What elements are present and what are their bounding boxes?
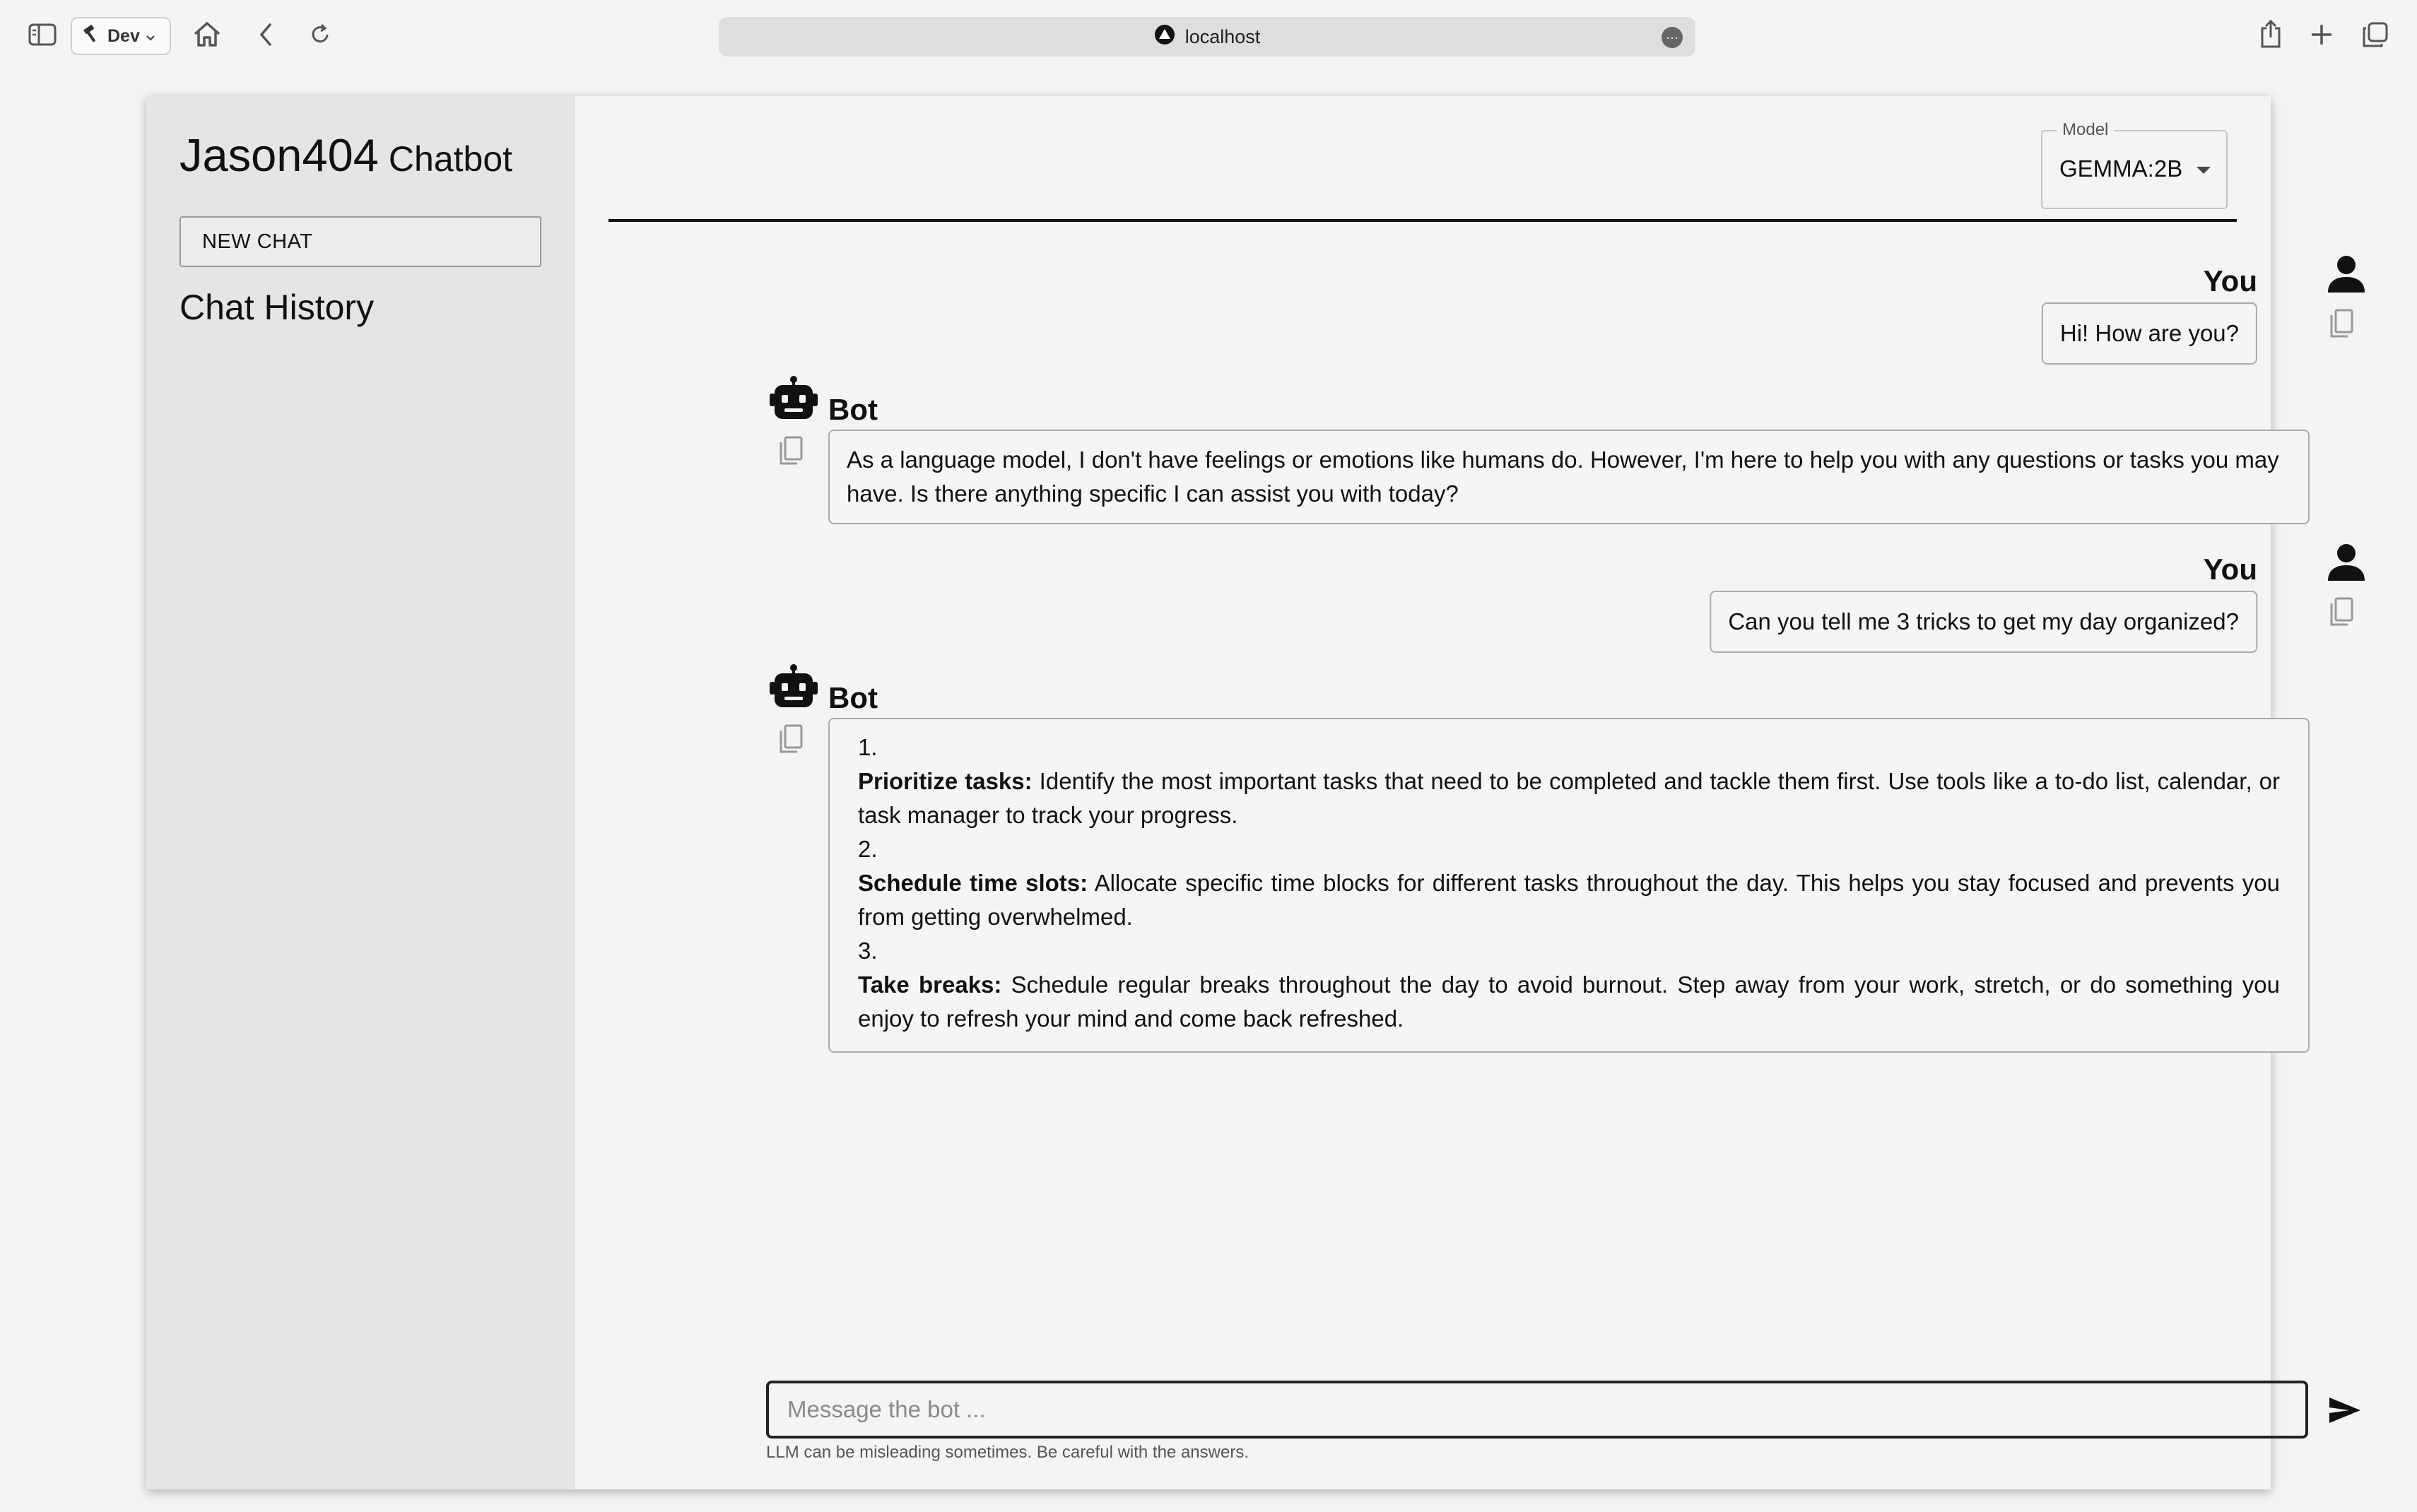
browser-toolbar: Dev localhost ··· [0,0,2417,71]
bot-message-bubble: 1. Prioritize tasks: Identify the most i… [828,718,2310,1053]
url-text: localhost [1184,25,1261,47]
chatbot-app: Jason404 Chatbot NEW CHAT Chat History Mo… [146,96,2365,1489]
list-item-text: Schedule regular breaks throughout the d… [858,971,2280,1032]
sidebar-toggle-icon[interactable] [28,23,57,47]
chat-history-title: Chat History [180,288,375,327]
new-chat-button[interactable]: NEW CHAT [180,216,541,267]
tabs-icon[interactable] [2362,21,2389,48]
list-item: Schedule time slots: Allocate specific t… [858,866,2280,934]
list-item: Prioritize tasks: Identify the most impo… [858,764,2280,832]
app-title: Jason404 Chatbot [180,129,512,182]
send-icon[interactable] [2328,1396,2362,1428]
brand-subtitle: Chatbot [388,139,513,179]
list-item-title: Prioritize tasks: [858,768,1033,794]
message-author: You [2203,264,2257,297]
share-icon[interactable] [2258,18,2283,49]
reload-icon[interactable] [308,23,332,47]
message-input-wrapper[interactable] [766,1381,2308,1439]
list-item-title: Take breaks: [858,971,1002,998]
header-divider [608,219,2237,222]
home-icon[interactable] [192,20,222,48]
message-author: Bot [828,681,878,714]
user-message-bubble: Hi! How are you? [2041,302,2257,365]
site-icon [1154,24,1175,50]
sidebar: Jason404 Chatbot NEW CHAT Chat History [146,96,575,1489]
copy-icon[interactable] [2328,308,2355,343]
chevron-down-icon [146,26,155,47]
message-author: Bot [828,393,878,426]
copy-icon[interactable] [777,723,804,758]
message-input[interactable] [786,1395,2305,1424]
copy-icon[interactable] [2328,596,2355,631]
list-item: Take breaks: Schedule regular breaks thr… [858,968,2280,1036]
list-item-title: Schedule time slots: [858,870,1088,896]
list-item-number: 1. [858,734,878,760]
disclaimer-text: LLM can be misleading sometimes. Be care… [766,1443,1249,1462]
robot-icon [768,376,820,425]
robot-icon [768,664,820,713]
dev-profile-label: Dev [107,25,140,46]
list-item-number: 3. [858,938,878,964]
plus-icon[interactable] [2310,23,2334,47]
copy-icon[interactable] [777,435,804,470]
chevron-left-icon[interactable] [257,23,274,47]
caret-down-icon [2197,167,2211,174]
person-icon [2325,253,2368,299]
address-bar[interactable]: localhost ··· [719,17,1695,57]
hammer-icon [82,24,102,49]
message-author: You [2203,553,2257,586]
model-select-value: GEMMA:2B [2059,155,2183,182]
brand-name: Jason404 [180,129,379,181]
more-icon[interactable]: ··· [1662,27,1683,48]
chat-panel: Model GEMMA:2B You Hi! How are you? Bot … [575,96,2365,1489]
model-select[interactable]: Model GEMMA:2B [2041,120,2228,209]
model-select-label: Model [2057,120,2115,140]
person-icon [2325,541,2368,587]
dev-profile-button[interactable]: Dev [71,17,171,55]
user-message-bubble: Can you tell me 3 tricks to get my day o… [1710,591,2257,653]
bot-message-bubble: As a language model, I don't have feelin… [828,430,2310,524]
list-item-text: Identify the most important tasks that n… [858,768,2280,828]
list-item-number: 2. [858,836,878,862]
